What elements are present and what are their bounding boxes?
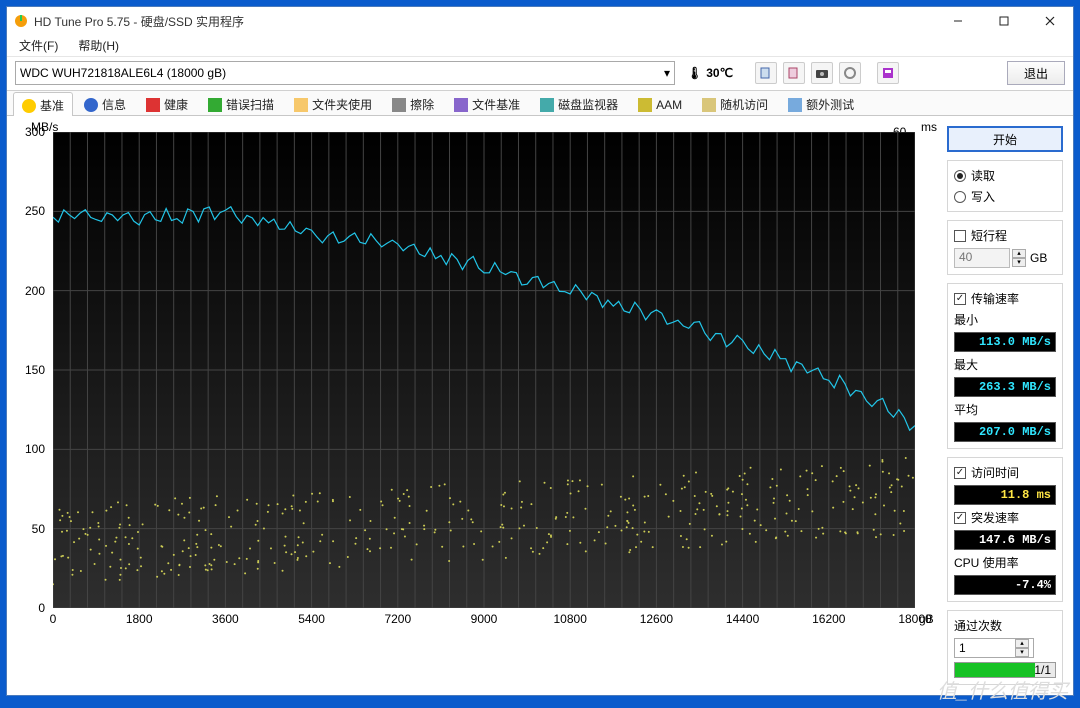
mode-group: 读取 写入: [947, 160, 1063, 212]
content-area: MB/s ms 300250200150100500 605040302010 …: [7, 116, 1073, 695]
drive-select[interactable]: WDC WUH721818ALE6L4 (18000 gB) ▾: [15, 61, 675, 85]
chevron-down-icon: ▾: [664, 66, 670, 80]
passes-group: 通过次数 1 ▴▾ 1/1: [947, 610, 1063, 685]
tab-info[interactable]: 信息: [75, 91, 135, 115]
radio-off-icon: [954, 191, 966, 203]
speaker-icon: [638, 98, 652, 112]
progress-text: 1/1: [1034, 663, 1051, 677]
passes-value: 1: [959, 641, 966, 655]
start-button[interactable]: 开始: [947, 126, 1063, 152]
titlebar: HD Tune Pro 5.75 - 硬盘/SSD 实用程序: [7, 7, 1073, 35]
tab-folder[interactable]: 文件夹使用: [285, 91, 381, 115]
side-panel: 开始 读取 写入 短行程 40 ▴▾ GB 传输速率 最小 113.0 MB/s…: [947, 126, 1063, 685]
temperature-value: 30℃: [706, 66, 733, 80]
passes-spin[interactable]: 1 ▴▾: [954, 638, 1034, 658]
maximize-button[interactable]: [981, 7, 1027, 35]
drive-select-text: WDC WUH721818ALE6L4 (18000 gB): [20, 66, 226, 80]
shortstroke-spin[interactable]: ▴▾: [1012, 249, 1026, 267]
radio-read[interactable]: 读取: [954, 167, 1056, 184]
cpu-value: -7.4%: [954, 575, 1056, 595]
avg-value: 207.0 MB/s: [954, 422, 1056, 442]
monitor-icon: [540, 98, 554, 112]
progress-bar: 1/1: [954, 662, 1056, 678]
check-burst[interactable]: 突发速率: [954, 509, 1056, 526]
min-label: 最小: [954, 311, 1056, 328]
transfer-group: 传输速率 最小 113.0 MB/s 最大 263.3 MB/s 平均 207.…: [947, 283, 1063, 449]
scan-icon: [208, 98, 222, 112]
window-title: HD Tune Pro 5.75 - 硬盘/SSD 实用程序: [34, 13, 935, 30]
access-value: 11.8 ms: [954, 485, 1056, 505]
tab-diskmon[interactable]: 磁盘监视器: [531, 91, 627, 115]
max-value: 263.3 MB/s: [954, 377, 1056, 397]
radio-write[interactable]: 写入: [954, 188, 1056, 205]
checkbox-on-icon: [954, 293, 966, 305]
shortstroke-value[interactable]: 40: [954, 248, 1010, 268]
menu-file[interactable]: 文件(F): [13, 35, 64, 56]
health-icon: [146, 98, 160, 112]
window-buttons: [935, 7, 1073, 35]
check-shortstroke[interactable]: 短行程: [954, 227, 1056, 244]
check-transfer[interactable]: 传输速率: [954, 290, 1056, 307]
chart-area: MB/s ms 300250200150100500 605040302010 …: [13, 126, 937, 636]
random-icon: [702, 98, 716, 112]
chart-canvas: [53, 132, 915, 608]
app-icon: [13, 13, 29, 29]
x-unit: gB: [919, 612, 941, 642]
x-axis: 0180036005400720090001080012600144001620…: [53, 612, 915, 630]
radio-on-icon: [954, 170, 966, 182]
checkbox-off-icon: [954, 230, 966, 242]
tab-filebench[interactable]: 文件基准: [445, 91, 529, 115]
save-icon[interactable]: [877, 62, 899, 84]
screenshot-icon[interactable]: [811, 62, 833, 84]
cpu-label: CPU 使用率: [954, 554, 1056, 571]
filebench-icon: [454, 98, 468, 112]
info-icon: [84, 98, 98, 112]
settings-icon[interactable]: [839, 62, 861, 84]
folder-icon: [294, 98, 308, 112]
shortstroke-group: 短行程 40 ▴▾ GB: [947, 220, 1063, 275]
toolbar: WDC WUH721818ALE6L4 (18000 gB) ▾ 🌡 30℃ 退…: [7, 57, 1073, 91]
tab-benchmark[interactable]: 基准: [13, 92, 73, 116]
checkbox-on-icon: [954, 512, 966, 524]
tab-random[interactable]: 随机访问: [693, 91, 777, 115]
chart-svg: [53, 132, 915, 608]
passes-label: 通过次数: [954, 617, 1056, 634]
max-label: 最大: [954, 356, 1056, 373]
y-axis-left: 300250200150100500: [13, 126, 49, 610]
close-button[interactable]: [1027, 7, 1073, 35]
access-group: 访问时间 11.8 ms 突发速率 147.6 MB/s CPU 使用率 -7.…: [947, 457, 1063, 602]
avg-label: 平均: [954, 401, 1056, 418]
check-access[interactable]: 访问时间: [954, 464, 1056, 481]
copy-text-icon[interactable]: [755, 62, 777, 84]
menu-help[interactable]: 帮助(H): [72, 35, 125, 56]
tab-extra[interactable]: 额外测试: [779, 91, 863, 115]
benchmark-icon: [22, 99, 36, 113]
thermometer-icon: 🌡: [687, 66, 702, 80]
burst-value: 147.6 MB/s: [954, 530, 1056, 550]
copy-graph-icon[interactable]: [783, 62, 805, 84]
tab-erase[interactable]: 擦除: [383, 91, 443, 115]
checkbox-on-icon: [954, 467, 966, 479]
app-window: HD Tune Pro 5.75 - 硬盘/SSD 实用程序 文件(F) 帮助(…: [6, 6, 1074, 696]
gb-label: GB: [1030, 251, 1047, 265]
minimize-button[interactable]: [935, 7, 981, 35]
menubar: 文件(F) 帮助(H): [7, 35, 1073, 57]
tabs-row: 基准 信息 健康 错误扫描 文件夹使用 擦除 文件基准 磁盘监视器 AAM 随机…: [7, 91, 1073, 117]
y-right-label: ms: [921, 120, 937, 134]
tab-aam[interactable]: AAM: [629, 91, 691, 115]
exit-button[interactable]: 退出: [1007, 61, 1065, 85]
min-value: 113.0 MB/s: [954, 332, 1056, 352]
trash-icon: [392, 98, 406, 112]
tab-health[interactable]: 健康: [137, 91, 197, 115]
temperature-display: 🌡 30℃: [681, 66, 739, 80]
extra-icon: [788, 98, 802, 112]
tab-errorscan[interactable]: 错误扫描: [199, 91, 283, 115]
